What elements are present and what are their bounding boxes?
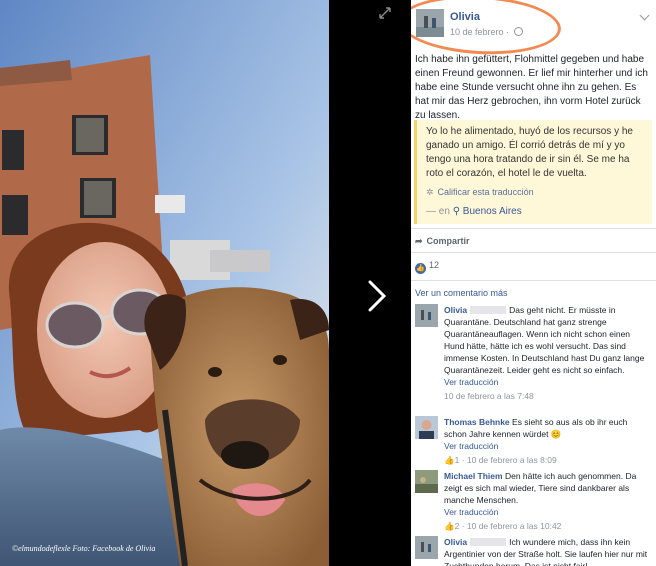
comment-like-count[interactable]: 1: [455, 455, 460, 465]
translation-box: Yo lo he alimentado, huyó de los recurso…: [414, 120, 652, 224]
post-details-panel: Olivia 10 de febrero · Ich habe ihn gefü…: [411, 0, 656, 566]
comment-body: Michael Thiem Den hätte ich auch genomme…: [444, 470, 651, 532]
commenter-name[interactable]: Thomas Behnke: [444, 417, 510, 427]
post-meta: 10 de febrero ·: [450, 27, 523, 37]
comment-like-count[interactable]: 2: [455, 521, 460, 531]
comment-body: Olivia Ich wundere mich, dass ihn kein Ar…: [444, 536, 651, 566]
comment: Olivia Ich wundere mich, dass ihn kein Ar…: [415, 536, 651, 566]
comment-text: Das geht nicht. Er müsste in Quarantäne.…: [444, 305, 645, 375]
comment: Olivia Das geht nicht. Er müsste in Quara…: [415, 304, 651, 402]
thumbs-up-icon: 👍: [444, 521, 455, 531]
map-pin-icon: ⚲: [452, 206, 461, 217]
share-button[interactable]: ➦ Compartir: [415, 236, 470, 247]
comment-body: Thomas Behnke Es sieht so aus als ob ihr…: [444, 416, 651, 466]
location-line: — en ⚲ Buenos Aires: [426, 206, 646, 217]
location-link[interactable]: Buenos Aires: [463, 206, 522, 217]
avatar-image: [415, 304, 438, 327]
like-count[interactable]: 👍 12: [415, 260, 439, 274]
commenter-name[interactable]: Olivia: [444, 305, 467, 315]
commenter-name[interactable]: Olivia: [444, 537, 467, 547]
avatar-image: [416, 9, 444, 37]
divider: [411, 228, 656, 229]
location-prefix: — en: [426, 206, 450, 217]
view-more-comments-link[interactable]: Ver un comentario más: [415, 288, 508, 298]
comment-timestamp[interactable]: 10 de febrero a las 10:42: [467, 521, 562, 531]
comment: Thomas Behnke Es sieht so aus als ob ihr…: [415, 416, 651, 466]
post-header: Olivia 10 de febrero ·: [411, 0, 656, 59]
redacted-surname: [470, 306, 507, 314]
divider: [411, 280, 656, 281]
chevron-down-icon[interactable]: [639, 10, 650, 21]
rate-translation-link[interactable]: ✲ Calificar esta traducción: [426, 187, 646, 198]
commenter-avatar[interactable]: [415, 304, 438, 327]
commenter-name[interactable]: Michael Thiem: [444, 471, 503, 481]
post-author-name[interactable]: Olivia: [450, 11, 480, 23]
like-count-value: 12: [429, 260, 440, 270]
comment-body: Olivia Das geht nicht. Er müsste in Quara…: [444, 304, 651, 402]
thumbs-up-icon: 👍: [415, 263, 426, 274]
translation-text: Yo lo he alimentado, huyó de los recurso…: [426, 126, 633, 179]
post-photo[interactable]: ©elmundodeflexle Foto: Facebook de Olivi…: [0, 0, 329, 566]
selfie-with-dog-image: [0, 0, 329, 566]
see-translation-link[interactable]: Ver traducción: [444, 376, 651, 388]
smile-emoji-icon: 😊: [550, 429, 562, 439]
commenter-avatar[interactable]: [415, 416, 438, 439]
redacted-surname: [470, 538, 507, 546]
comment-timestamp[interactable]: 10 de febrero a las 7:48: [444, 390, 651, 402]
comment-meta: 👍2 · 10 de febrero a las 10:42: [444, 521, 562, 531]
post-date[interactable]: 10 de febrero: [450, 27, 504, 37]
expand-arrows-icon[interactable]: [378, 6, 392, 20]
thumbs-up-icon: 👍: [444, 455, 455, 465]
see-translation-link[interactable]: Ver traducción: [444, 440, 651, 452]
see-translation-link[interactable]: Ver traducción: [444, 506, 651, 518]
avatar-image: [415, 416, 438, 439]
globe-icon: [513, 27, 523, 36]
comment-timestamp[interactable]: 10 de febrero a las 8:09: [467, 455, 557, 465]
author-avatar[interactable]: [416, 9, 444, 37]
divider: [411, 252, 656, 253]
commenter-avatar[interactable]: [415, 536, 438, 559]
post-text: Ich habe ihn gefüttert, Flohmittel gegeb…: [415, 54, 648, 121]
avatar-image: [415, 536, 438, 559]
rate-translation-label: Calificar esta traducción: [437, 187, 534, 197]
commenter-avatar[interactable]: [415, 470, 438, 493]
photo-watermark: ©elmundodeflexle Foto: Facebook de Olivi…: [12, 544, 156, 553]
comment-meta: 👍1 · 10 de febrero a las 8:09: [444, 455, 557, 465]
avatar-image: [415, 470, 438, 493]
date-separator: ·: [503, 27, 512, 37]
chevron-right-icon[interactable]: [364, 278, 390, 314]
gear-icon: ✲: [426, 187, 434, 197]
share-label: Compartir: [426, 236, 470, 246]
comment: Michael Thiem Den hätte ich auch genomme…: [415, 470, 651, 532]
share-arrow-icon: ➦: [415, 236, 423, 246]
